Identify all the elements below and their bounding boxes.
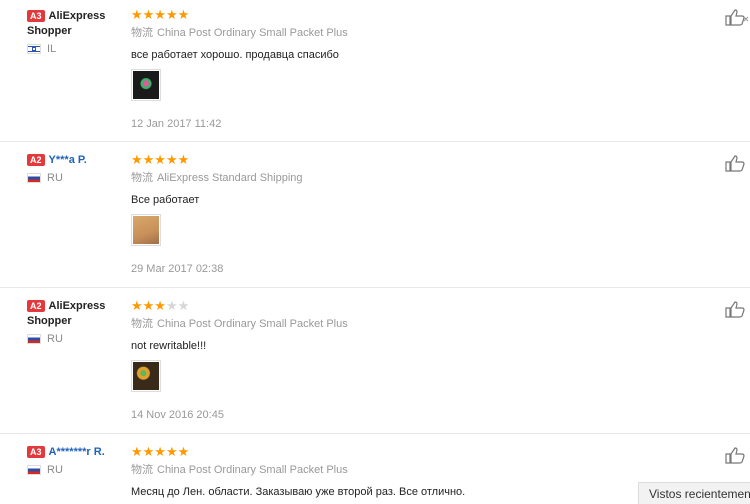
star-rating: ★★★★★: [131, 7, 190, 22]
review-photo-thumbnail[interactable]: [131, 214, 161, 246]
country-code: IL: [47, 43, 57, 55]
country-code: RU: [47, 172, 63, 184]
buyer-level-badge: A2: [27, 154, 45, 167]
shipping-name: China Post Ordinary Small Packet Plus: [157, 27, 348, 39]
buyer-level-badge: A3: [27, 10, 45, 23]
country-code: RU: [47, 333, 63, 345]
buyer-level-badge: A3: [27, 446, 45, 459]
star-rating: ★★★★★: [131, 152, 190, 167]
review-text: Все работает: [131, 194, 200, 206]
review-item: A3 AliExpress Shopper IL ★★★★★ 物流 China Po…: [0, 0, 750, 142]
shipping-name: China Post Ordinary Small Packet Plus: [157, 464, 348, 476]
logistics-label: 物流: [131, 27, 153, 39]
reviewer-name[interactable]: Y***a P.: [49, 154, 87, 166]
buyer-level-badge: A2: [27, 300, 45, 313]
review-content: ★★★★★ 物流 China Post Ordinary Small Packet…: [131, 445, 711, 500]
thumbs-up-icon[interactable]: [724, 446, 750, 464]
review-text: not rewritable!!!: [131, 340, 207, 352]
reviewer-name-line: A3 A*******r R.: [27, 445, 127, 460]
review-date: 29 Mar 2017 02:38: [131, 263, 224, 275]
russia-flag-icon: [27, 334, 41, 345]
shipping-method: 物流 China Post Ordinary Small Packet Plus: [131, 463, 711, 478]
shipping-method: 物流 China Post Ordinary Small Packet Plus: [131, 26, 711, 41]
star-rating: ★★★★★: [131, 298, 190, 313]
thumbs-up-icon[interactable]: [724, 300, 750, 318]
thumbs-up-icon[interactable]: [724, 154, 750, 172]
reviewer-name-line: A3 AliExpress Shopper: [27, 9, 127, 39]
review-content: ★★★★★ 物流 China Post Ordinary Small Packet…: [131, 8, 711, 131]
logistics-label: 物流: [131, 464, 153, 476]
review-date: 12 Jan 2017 11:42: [131, 118, 222, 130]
reviewer-country: RU: [27, 331, 127, 347]
reviewer-info: A3 AliExpress Shopper IL: [27, 9, 127, 57]
shipping-name: AliExpress Standard Shipping: [157, 172, 303, 184]
russia-flag-icon: [27, 465, 41, 476]
reviewer-info: A2 AliExpress Shopper RU: [27, 299, 127, 347]
reviewer-info: A3 A*******r R. RU: [27, 445, 127, 478]
logistics-label: 物流: [131, 172, 153, 184]
review-photo-thumbnail[interactable]: [131, 69, 161, 101]
review-text: Месяц до Лен. области. Заказываю уже вто…: [131, 486, 466, 498]
reviewer-name[interactable]: A*******r R.: [49, 446, 105, 458]
reviewer-country: RU: [27, 462, 127, 478]
review-item: A2 AliExpress Shopper RU ★★★★★ 物流 China Po…: [0, 288, 750, 434]
israel-flag-icon: [27, 44, 41, 55]
review-text: все работает хорошо. продавца спасибо: [131, 49, 339, 61]
star-rating: ★★★★★: [131, 444, 190, 459]
thumbs-up-icon[interactable]: [724, 8, 750, 26]
country-code: RU: [47, 464, 63, 476]
shipping-method: 物流 AliExpress Standard Shipping: [131, 171, 711, 186]
reviewer-name-line: A2 AliExpress Shopper: [27, 299, 127, 329]
review-content: ★★★★★ 物流 China Post Ordinary Small Packet…: [131, 299, 711, 422]
review-item: A2 Y***a P. RU ★★★★★ 物流 AliExpress Standar…: [0, 142, 750, 288]
reviewer-name-line: A2 Y***a P.: [27, 153, 127, 168]
russia-flag-icon: [27, 173, 41, 184]
recently-viewed-button[interactable]: Vistos recientemente: [638, 482, 750, 504]
reviewer-country: IL: [27, 41, 127, 57]
shipping-name: China Post Ordinary Small Packet Plus: [157, 318, 348, 330]
shipping-method: 物流 China Post Ordinary Small Packet Plus: [131, 317, 711, 332]
logistics-label: 物流: [131, 318, 153, 330]
review-content: ★★★★★ 物流 AliExpress Standard Shipping Все…: [131, 153, 711, 276]
review-date: 14 Nov 2016 20:45: [131, 409, 224, 421]
reviewer-info: A2 Y***a P. RU: [27, 153, 127, 186]
review-photo-thumbnail[interactable]: [131, 360, 161, 392]
reviewer-country: RU: [27, 170, 127, 186]
